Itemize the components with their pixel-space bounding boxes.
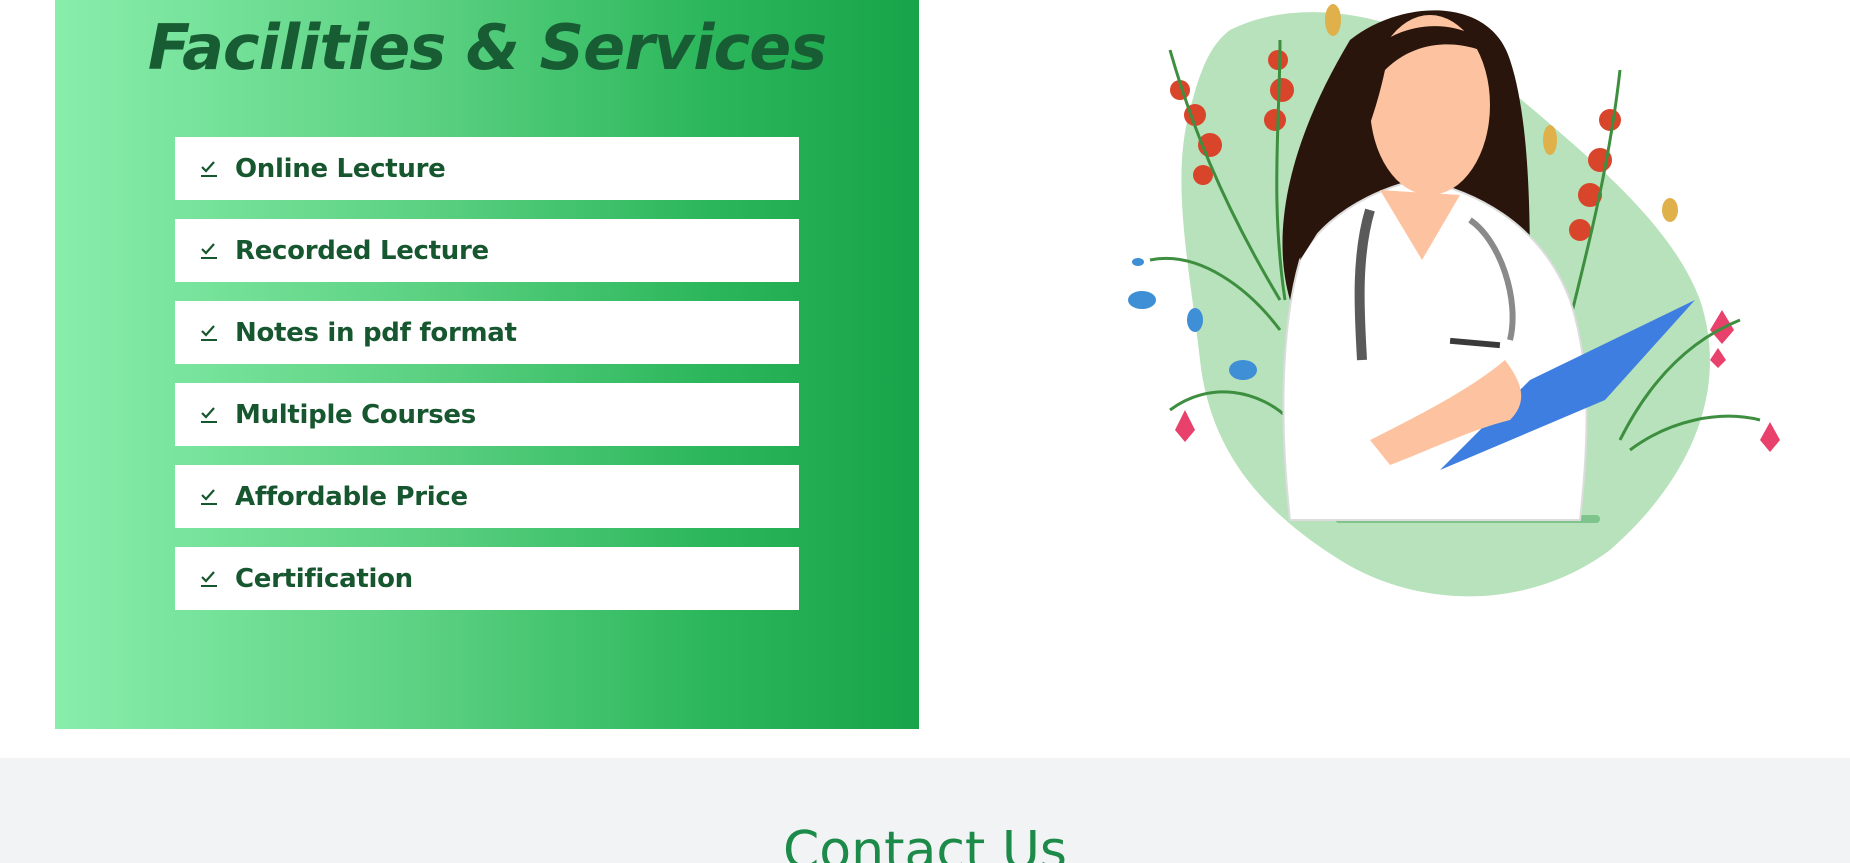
service-label: Recorded Lecture	[235, 235, 489, 266]
service-label: Online Lecture	[235, 153, 446, 184]
service-item-notes-pdf: Notes in pdf format	[175, 301, 799, 364]
service-item-certification: Certification	[175, 547, 799, 610]
service-item-multiple-courses: Multiple Courses	[175, 383, 799, 446]
check-icon	[199, 487, 219, 507]
service-label: Multiple Courses	[235, 399, 476, 430]
contact-section: Contact Us	[0, 758, 1850, 863]
contact-title: Contact Us	[783, 821, 1067, 863]
service-label: Certification	[235, 563, 413, 594]
check-icon	[199, 569, 219, 589]
service-item-online-lecture: Online Lecture	[175, 137, 799, 200]
service-label: Notes in pdf format	[235, 317, 517, 348]
service-item-affordable-price: Affordable Price	[175, 465, 799, 528]
check-icon	[199, 323, 219, 343]
facilities-title: Facilities & Services	[147, 11, 827, 84]
doctor-illustration	[1110, 0, 1800, 610]
check-icon	[199, 159, 219, 179]
check-icon	[199, 241, 219, 261]
page: Facilities & Services Online Lecture Rec…	[0, 0, 1850, 863]
facilities-panel: Facilities & Services Online Lecture Rec…	[55, 0, 919, 729]
check-icon	[199, 405, 219, 425]
service-list: Online Lecture Recorded Lecture Notes in…	[175, 137, 799, 629]
service-label: Affordable Price	[235, 481, 468, 512]
service-item-recorded-lecture: Recorded Lecture	[175, 219, 799, 282]
